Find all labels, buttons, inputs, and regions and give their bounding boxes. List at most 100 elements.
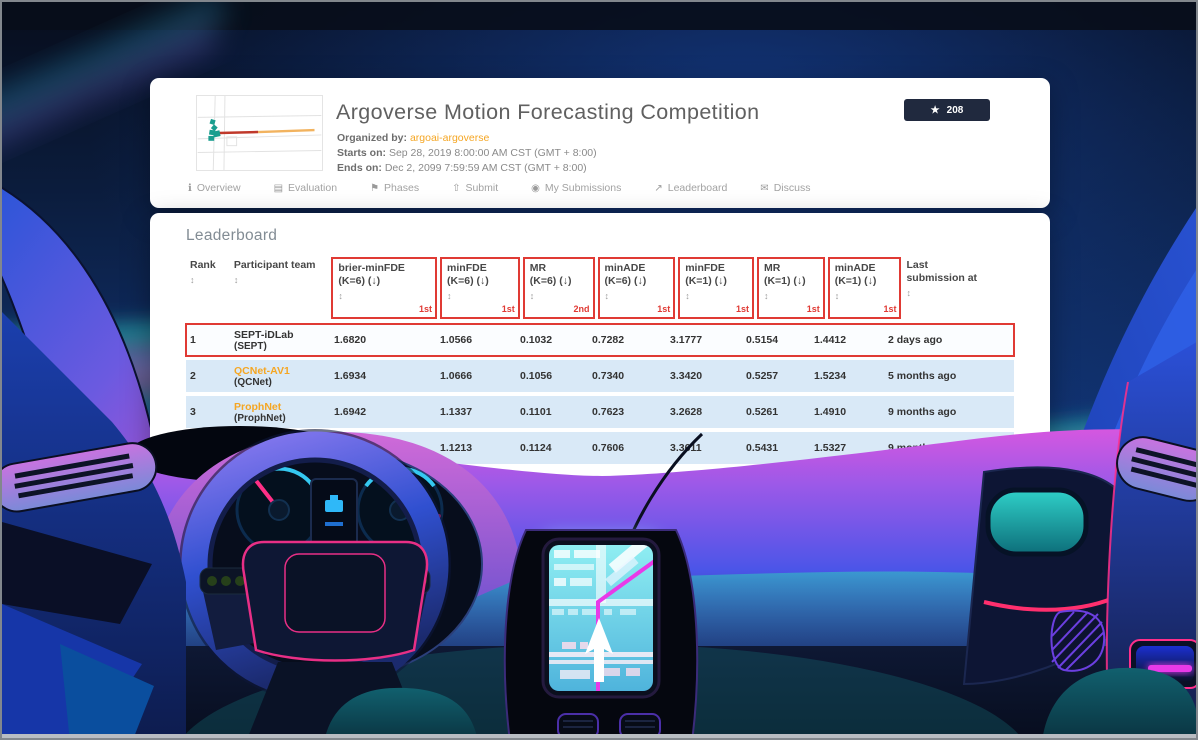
metric-value: 0.7282 bbox=[590, 332, 668, 348]
metric-value: 1.4412 bbox=[812, 332, 886, 348]
metric-value: 1.1337 bbox=[438, 404, 518, 420]
column-label: MR bbox=[530, 262, 589, 275]
row-rank: 3 bbox=[186, 404, 232, 420]
last-submission: 9 months ago bbox=[886, 440, 996, 456]
tab-overview[interactable]: ℹ Overview bbox=[188, 182, 241, 194]
column-header-mr-k1[interactable]: MR(K=1) (↓)↕1st bbox=[757, 257, 825, 319]
team-affiliation: (QCNet) bbox=[234, 377, 326, 388]
team-affiliation: (ProphNet) bbox=[234, 413, 326, 424]
left-door-handle bbox=[2, 439, 160, 515]
row-rank: 4 bbox=[186, 440, 232, 456]
star-count: 208 bbox=[947, 105, 964, 116]
metric-value: 0.1101 bbox=[518, 404, 590, 420]
metric-value: 1.5234 bbox=[812, 368, 886, 384]
organized-by-label: Organized by: bbox=[337, 132, 407, 144]
tab-discuss[interactable]: ✉Discuss bbox=[760, 182, 810, 194]
door-armrest-light bbox=[1130, 640, 1198, 688]
ends-on-label: Ends on: bbox=[337, 162, 382, 174]
tab-my-submissions[interactable]: ◉My Submissions bbox=[531, 182, 621, 194]
right-seat bbox=[1042, 668, 1198, 740]
trajectory-past bbox=[219, 132, 258, 133]
table-row: 2QCNet-AV1(QCNet)1.69341.06660.10560.734… bbox=[186, 360, 1014, 392]
flag-icon: ⚑ bbox=[370, 183, 379, 194]
column-header-last-submission[interactable]: Lastsubmission at↕ bbox=[904, 257, 1014, 319]
leaderboard-card: Leaderboard Rank↕Participant team↕brier-… bbox=[150, 213, 1050, 481]
bar-chart-icon: ▤ bbox=[274, 183, 283, 194]
column-rank-badge: 1st bbox=[657, 303, 670, 316]
left-seat bbox=[324, 688, 478, 740]
bottom-frame-strip bbox=[2, 734, 1198, 740]
column-sublabel: (K=6) (↓) bbox=[338, 275, 431, 288]
sort-icon[interactable]: ↕ bbox=[764, 290, 769, 303]
tab-evaluation[interactable]: ▤Evaluation bbox=[274, 182, 338, 194]
leaderboard-title: Leaderboard bbox=[186, 227, 1014, 245]
metric-value: 3.1777 bbox=[668, 332, 744, 348]
metric-value: 3.3611 bbox=[668, 440, 744, 456]
table-row: 1SEPT-iDLab(SEPT)1.68201.05660.10320.728… bbox=[186, 324, 1014, 356]
column-header-minfde-k6[interactable]: minFDE(K=6) (↓)↕1st bbox=[440, 257, 520, 319]
column-header-minade-k6[interactable]: minADE(K=6) (↓) ↕ 1st bbox=[598, 257, 676, 319]
organizer-link[interactable]: argoai-argoverse bbox=[410, 132, 489, 144]
sort-icon[interactable]: ↕ bbox=[338, 290, 343, 303]
column-sublabel: (K=6) (↓) bbox=[530, 275, 589, 288]
cluster-display bbox=[311, 479, 357, 553]
table-row: 4FFINet (FFINet)1.72861.12130.11240.7606… bbox=[186, 432, 1014, 464]
sort-icon[interactable]: ↕ bbox=[530, 290, 535, 303]
sort-icon[interactable]: ↕ bbox=[447, 290, 452, 303]
sort-icon[interactable]: ↕ bbox=[234, 274, 239, 287]
metric-value: 1.6942 bbox=[332, 404, 438, 420]
tab-submit[interactable]: ⇧Submit bbox=[452, 182, 498, 194]
right-dash-vent bbox=[1051, 611, 1104, 671]
steering-hub bbox=[243, 542, 427, 661]
console-vents bbox=[558, 714, 660, 738]
column-rank-badge: 2nd bbox=[573, 303, 589, 316]
metric-value: 0.1056 bbox=[518, 368, 590, 384]
tab-phases[interactable]: ⚑Phases bbox=[370, 182, 419, 194]
nav-map bbox=[549, 536, 657, 691]
column-header-minade-k1[interactable]: minADE(K=1) (↓)↕1st bbox=[828, 257, 902, 319]
column-header-brier-minfde-k6[interactable]: brier-minFDE(K=6) (↓)↕1st bbox=[331, 257, 437, 319]
column-header-mr-k6[interactable]: MR(K=6) (↓) ↕ 2nd bbox=[523, 257, 595, 319]
sort-icon[interactable]: ↕ bbox=[906, 287, 911, 300]
column-label: minFDE bbox=[685, 262, 748, 275]
starts-on-value: Sep 28, 2019 8:00:00 AM CST (GMT + 8:00) bbox=[389, 147, 597, 159]
center-console bbox=[505, 530, 697, 740]
column-label: MR bbox=[764, 262, 819, 275]
speedometer-label: MPH bbox=[392, 543, 408, 550]
sort-icon[interactable]: ↕ bbox=[685, 290, 690, 303]
sort-icon[interactable]: ↕ bbox=[835, 290, 840, 303]
starts-on-label: Starts on: bbox=[337, 147, 386, 159]
column-header-minfde-k1[interactable]: minFDE(K=1) (↓)↕1st bbox=[678, 257, 754, 319]
column-label: minFDE bbox=[447, 262, 514, 275]
column-header-participant-team[interactable]: Participant team↕ bbox=[232, 257, 332, 319]
column-header-rank[interactable]: Rank↕ bbox=[186, 257, 232, 319]
column-label: minADE bbox=[835, 262, 896, 275]
team-name[interactable]: ProphNet bbox=[234, 401, 326, 413]
metric-value: 1.6934 bbox=[332, 368, 438, 384]
star-count-button[interactable]: ★ 208 bbox=[904, 99, 990, 121]
sort-icon[interactable]: ↕ bbox=[190, 274, 195, 287]
ends-on-value: Dec 2, 2099 7:59:59 AM CST (GMT + 8:00) bbox=[385, 162, 587, 174]
metric-value: 0.1032 bbox=[518, 332, 590, 348]
team-name[interactable]: QCNet-AV1 bbox=[234, 365, 326, 377]
metric-value: 0.5431 bbox=[744, 440, 812, 456]
metric-value: 3.3420 bbox=[668, 368, 744, 384]
column-label: minADE bbox=[605, 262, 670, 275]
metric-value: 0.7623 bbox=[590, 404, 668, 420]
competition-header-card: Argoverse Motion Forecasting Competition… bbox=[150, 78, 1050, 208]
column-sublabel: (K=6) (↓) bbox=[605, 275, 670, 288]
team-cell: FFINet (FFINet) bbox=[232, 440, 332, 456]
tab-leaderboard[interactable]: ↗Leaderboard bbox=[654, 182, 727, 194]
team-name: FFINet (FFINet) bbox=[234, 442, 326, 454]
competition-tabs: ℹ Overview ▤Evaluation ⚑Phases ⇧Submit ◉My Su… bbox=[188, 182, 810, 194]
upload-icon: ⇧ bbox=[452, 183, 460, 194]
team-name: SEPT-iDLab bbox=[234, 329, 326, 341]
metric-value: 0.5261 bbox=[744, 404, 812, 420]
dash-end-inset bbox=[988, 490, 1086, 554]
tab-label: Overview bbox=[197, 182, 241, 194]
discuss-icon: ✉ bbox=[760, 183, 768, 194]
metric-value: 1.0566 bbox=[438, 332, 518, 348]
nav-screen-frame bbox=[543, 539, 659, 697]
info-icon: ℹ bbox=[188, 183, 192, 194]
sort-icon[interactable]: ↕ bbox=[605, 290, 610, 303]
